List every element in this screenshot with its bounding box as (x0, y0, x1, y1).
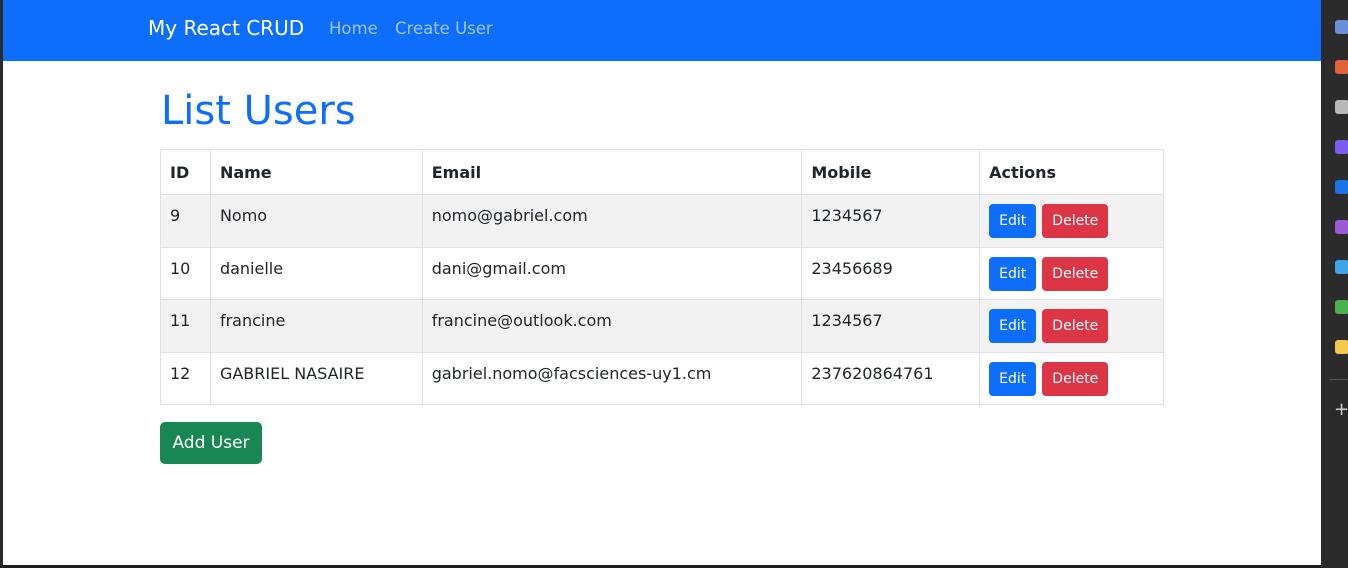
cell-actions: Edit Delete (979, 299, 1164, 353)
header-actions: Actions (979, 149, 1164, 195)
edit-button[interactable]: Edit (989, 256, 1037, 291)
cell-id: 10 (160, 246, 211, 300)
table-row: 9 Nomo nomo@gabriel.com 1234567 Edit Dele… (160, 194, 1164, 248)
cell-actions: Edit Delete (979, 351, 1164, 405)
nav-link-create-user[interactable]: Create User (395, 19, 493, 38)
drop-icon[interactable] (1335, 340, 1348, 354)
browser-sidebar: + (1321, 0, 1348, 568)
table-header-row: ID Name Email Mobile Actions (160, 149, 1164, 195)
cell-mobile: 23456689 (801, 246, 981, 300)
cell-name: francine (209, 299, 423, 353)
page-title: List Users (161, 88, 356, 134)
toolbox-icon[interactable] (1335, 60, 1348, 74)
cell-id: 11 (160, 299, 211, 353)
browser-viewport: My React CRUD Home Create User List User… (3, 0, 1321, 565)
delete-button[interactable]: Delete (1042, 256, 1109, 291)
header-mobile: Mobile (801, 149, 981, 195)
send-icon[interactable] (1335, 260, 1348, 274)
delete-button[interactable]: Delete (1042, 361, 1109, 396)
cell-actions: Edit Delete (979, 194, 1164, 248)
edit-button[interactable]: Edit (989, 204, 1037, 238)
table-row: 11 francine francine@outlook.com 1234567… (160, 299, 1164, 353)
add-icon[interactable]: + (1334, 399, 1348, 420)
navbar-brand[interactable]: My React CRUD (148, 16, 304, 40)
chess-icon[interactable] (1335, 100, 1348, 114)
cell-email: gabriel.nomo@facsciences-uy1.cm (421, 351, 803, 405)
cell-id: 9 (160, 194, 211, 248)
table-row: 12 GABRIEL NASAIRE gabriel.nomo@facscien… (160, 351, 1164, 405)
edit-button[interactable]: Edit (989, 309, 1037, 343)
cell-id: 12 (160, 351, 211, 405)
users-table: ID Name Email Mobile Actions 9 Nomo nomo… (160, 149, 1164, 405)
delete-button[interactable]: Delete (1042, 204, 1109, 238)
tag-icon[interactable] (1335, 20, 1348, 34)
header-email: Email (421, 149, 803, 195)
add-user-button[interactable]: Add User (160, 422, 262, 464)
navbar: My React CRUD Home Create User (3, 0, 1321, 61)
tree-icon[interactable] (1335, 300, 1348, 314)
sidebar-divider (1329, 379, 1348, 380)
cell-mobile: 237620864761 (801, 351, 981, 405)
cell-name: GABRIEL NASAIRE (209, 351, 423, 405)
cell-mobile: 1234567 (801, 299, 981, 353)
cell-name: Nomo (209, 194, 423, 248)
delete-button[interactable]: Delete (1042, 309, 1109, 343)
outlook-icon[interactable] (1335, 180, 1348, 194)
games-icon[interactable] (1335, 220, 1348, 234)
cell-email: nomo@gabriel.com (421, 194, 803, 248)
cell-email: francine@outlook.com (421, 299, 803, 353)
edit-button[interactable]: Edit (989, 361, 1037, 396)
cell-mobile: 1234567 (801, 194, 981, 248)
header-id: ID (160, 149, 211, 195)
nav-link-home[interactable]: Home (329, 19, 378, 38)
cell-name: danielle (209, 246, 423, 300)
table-row: 10 danielle dani@gmail.com 23456689 Edit… (160, 246, 1164, 300)
cell-actions: Edit Delete (979, 246, 1164, 300)
cell-email: dani@gmail.com (421, 246, 803, 300)
copilot-icon[interactable] (1335, 140, 1348, 154)
header-name: Name (209, 149, 423, 195)
